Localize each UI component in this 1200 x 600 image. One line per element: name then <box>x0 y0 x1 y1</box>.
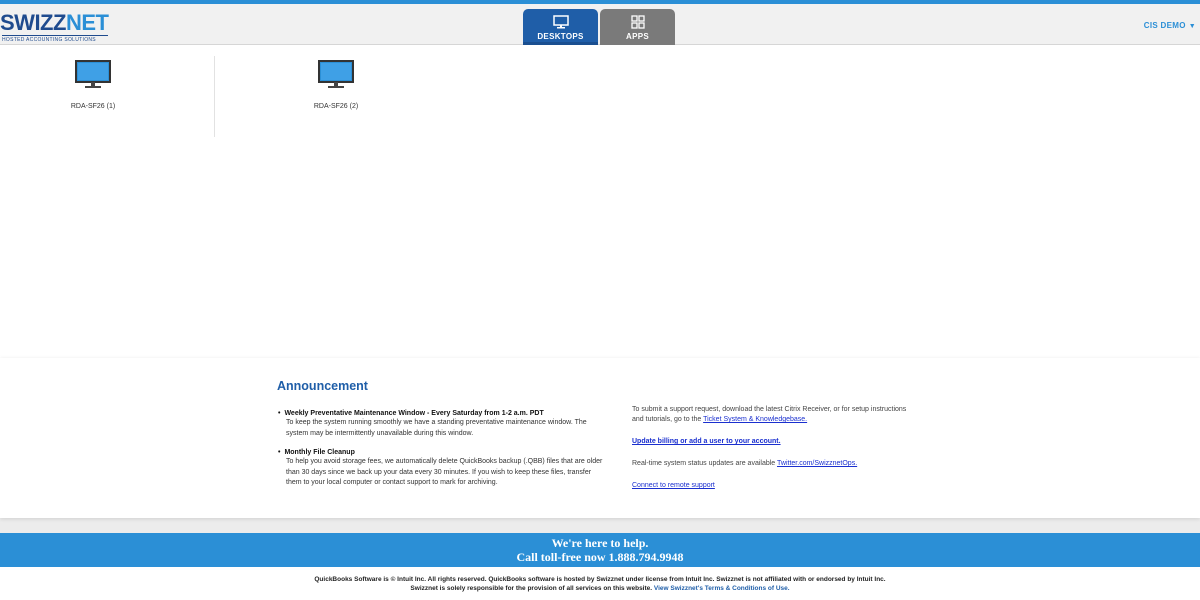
ticket-system-link[interactable]: Ticket System & Knowledgebase. <box>703 416 807 423</box>
announcement-title: Announcement <box>277 379 368 393</box>
footer-line2: Swizznet is solely responsible for the p… <box>0 584 1200 593</box>
announcement-panel: Announcement • Weekly Preventative Maint… <box>0 358 1200 518</box>
chevron-down-icon: ▼ <box>1188 23 1196 30</box>
help-phone: Call toll-free now 1.888.794.9948 <box>516 550 684 564</box>
announcement-heading: • Weekly Preventative Maintenance Window… <box>278 410 608 417</box>
tab-apps[interactable]: APPS <box>600 9 675 45</box>
announcement-heading-text: Monthly File Cleanup <box>284 449 355 456</box>
update-billing-link[interactable]: Update billing or add a user to your acc… <box>632 438 781 445</box>
support-info: To submit a support request, download th… <box>632 405 912 503</box>
bullet: • <box>278 449 281 456</box>
bullet: • <box>278 410 281 417</box>
status-text: Real-time system status updates are avai… <box>632 460 776 467</box>
footer-copyright: QuickBooks Software is © Intuit Inc. All… <box>314 576 886 583</box>
tab-desktops[interactable]: DESKTOPS <box>523 9 598 45</box>
tile-divider <box>214 56 215 137</box>
user-name: CIS DEMO <box>1143 21 1186 30</box>
monitor-icon <box>552 15 569 29</box>
logo-tagline: Hosted Accounting Solutions <box>2 35 108 43</box>
announcement-body: To keep the system running smoothly we h… <box>286 419 587 437</box>
twitter-status-link[interactable]: Twitter.com/SwizznetOps. <box>777 460 857 467</box>
desktop-tile[interactable]: RDA-SF26 (2) <box>271 60 401 110</box>
announcement-body: To help you avoid storage fees, we autom… <box>286 458 603 486</box>
remote-support-link[interactable]: Connect to remote support <box>632 482 715 489</box>
announcement-heading-text: Weekly Preventative Maintenance Window -… <box>284 410 544 417</box>
terms-link[interactable]: View Swizznet's Terms & Conditions of Us… <box>654 585 790 592</box>
help-headline: We're here to help. <box>551 536 649 550</box>
logo-part1: SWIZZ <box>0 10 66 35</box>
desktop-label: RDA-SF26 (1) <box>70 103 116 110</box>
swizznet-logo[interactable]: SWIZZNET Hosted Accounting Solutions <box>0 12 112 44</box>
announcement-list: • Weekly Preventative Maintenance Window… <box>278 410 608 499</box>
monitor-icon <box>318 60 354 88</box>
status-paragraph: Real-time system status updates are avai… <box>632 459 912 469</box>
desktop-grid: RDA-SF26 (1) RDA-SF26 (2) <box>0 46 1200 358</box>
monitor-icon <box>75 60 111 88</box>
header-bar: SWIZZNET Hosted Accounting Solutions DES… <box>0 4 1200 45</box>
help-bar: We're here to help. Call toll-free now 1… <box>0 533 1200 567</box>
support-paragraph: To submit a support request, download th… <box>632 405 912 425</box>
grid-icon <box>630 15 645 29</box>
announcement-heading: • Monthly File Cleanup <box>278 449 608 456</box>
footer-responsibility: Swizznet is solely responsible for the p… <box>410 585 653 592</box>
logo-wordmark: SWIZZNET <box>0 12 112 34</box>
footer: QuickBooks Software is © Intuit Inc. All… <box>0 567 1200 600</box>
desktop-label: RDA-SF26 (2) <box>313 103 359 110</box>
desktop-tile[interactable]: RDA-SF26 (1) <box>28 60 158 110</box>
remote-support-paragraph: Connect to remote support <box>632 481 912 491</box>
announcement-item: • Monthly File Cleanup To help you avoid… <box>278 449 608 489</box>
user-menu[interactable]: CIS DEMO ▼ <box>1144 21 1196 30</box>
tab-apps-label: APPS <box>626 32 649 41</box>
tab-desktops-label: DESKTOPS <box>537 32 584 41</box>
billing-paragraph: Update billing or add a user to your acc… <box>632 437 912 447</box>
logo-part2: NET <box>65 10 109 35</box>
announcement-item: • Weekly Preventative Maintenance Window… <box>278 410 608 439</box>
